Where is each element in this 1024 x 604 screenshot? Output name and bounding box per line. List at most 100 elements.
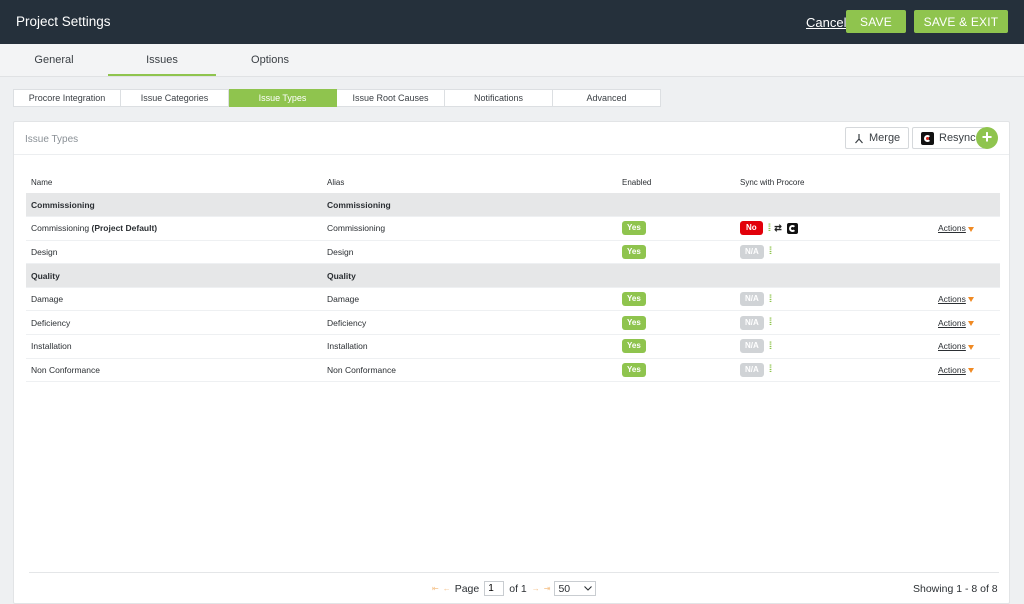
cancel-link[interactable]: Cancel (806, 15, 846, 30)
col-name[interactable]: Name (26, 171, 322, 193)
showing-count: Showing 1 - 8 of 8 (913, 583, 998, 595)
caret-down-icon[interactable] (967, 297, 974, 303)
last-page-icon[interactable]: ⇥ (544, 584, 551, 593)
table-header-row: Name Alias Enabled Sync with Procore (26, 171, 1000, 193)
sync-dots-icon: ⁞⁞ (768, 340, 772, 352)
sync-dots-icon: ⁞⁞ (767, 222, 771, 234)
sync-dots-icon: ⁞⁞ (768, 317, 772, 329)
page-of-label: of 1 (509, 582, 527, 595)
enabled-badge[interactable]: Yes (622, 244, 646, 259)
per-page-value: 50 (558, 582, 571, 595)
issue-types-panel: Issue Types Merge Resync + Name Alias En… (13, 121, 1010, 604)
row-name: Deficiency (26, 310, 322, 336)
pager: ⇤ ← Page of 1 → ⇥ 50 (432, 581, 597, 596)
enabled-badge[interactable]: Yes (622, 221, 646, 236)
table-row[interactable]: Non Conformance Non Conformance Yes N/A … (26, 358, 1000, 383)
group-alias: Quality (322, 263, 617, 288)
footer-divider (29, 572, 999, 573)
group-name: Quality (26, 263, 322, 288)
tab-issues[interactable]: Issues (108, 44, 216, 76)
enabled-badge[interactable]: Yes (622, 292, 646, 307)
save-button[interactable]: SAVE (846, 10, 906, 33)
merge-label: Merge (869, 132, 901, 144)
row-name: Commissioning (Project Default) (26, 216, 322, 241)
page-label: Page (454, 582, 480, 595)
add-issue-type-button[interactable]: + (976, 127, 998, 149)
row-alias: Deficiency (322, 310, 617, 336)
sync-status-badge[interactable]: No (740, 221, 763, 236)
group-name: Commissioning (26, 193, 322, 218)
sync-dots-icon: ⁞⁞ (768, 246, 772, 258)
sync-status-badge: N/A (740, 339, 764, 354)
caret-down-icon[interactable] (967, 368, 974, 374)
caret-down-icon[interactable] (967, 226, 974, 232)
sync-status-badge: N/A (740, 244, 764, 259)
subtab-issue-root-causes[interactable]: Issue Root Causes (337, 89, 445, 107)
table-row[interactable]: Installation Installation Yes N/A ⁞⁞ Act… (26, 334, 1000, 359)
col-alias[interactable]: Alias (322, 171, 617, 193)
subtab-issue-types[interactable]: Issue Types (229, 89, 337, 107)
enabled-badge[interactable]: Yes (622, 339, 646, 354)
tab-options[interactable]: Options (216, 44, 324, 76)
subtab-advanced[interactable]: Advanced (553, 89, 661, 107)
row-name: Installation (26, 334, 322, 359)
col-actions (933, 171, 1000, 193)
actions-link[interactable]: Actions (938, 365, 966, 375)
sub-tabs: Procore Integration Issue Categories Iss… (13, 89, 661, 107)
merge-button[interactable]: Merge (845, 127, 910, 149)
enabled-badge[interactable]: Yes (622, 362, 646, 377)
chevron-down-icon (584, 586, 593, 591)
table-row[interactable]: Damage Damage Yes N/A ⁞⁞ Actions (26, 287, 1000, 312)
page-title: Project Settings (16, 14, 111, 29)
save-exit-button[interactable]: SAVE & EXIT (914, 10, 1008, 33)
procore-logo-icon (921, 131, 934, 145)
panel-header: Issue Types Merge Resync + (14, 122, 1009, 155)
procore-logo-icon (786, 222, 798, 234)
sync-dots-icon: ⁞⁞ (768, 293, 772, 305)
tab-general[interactable]: General (0, 44, 108, 76)
col-sync[interactable]: Sync with Procore (735, 171, 933, 193)
sync-link-icon: ⇄ (774, 222, 782, 233)
issue-types-table: Name Alias Enabled Sync with Procore Com… (26, 171, 1000, 383)
row-alias: Commissioning (322, 216, 617, 241)
actions-link[interactable]: Actions (938, 341, 966, 351)
table-row[interactable]: Design Design Yes N/A ⁞⁞ (26, 240, 1000, 265)
next-page-icon[interactable]: → (532, 584, 540, 593)
plus-icon: + (981, 127, 993, 147)
row-name: Damage (26, 287, 322, 312)
merge-icon (855, 133, 863, 143)
group-row: Commissioning Commissioning (26, 193, 1000, 218)
row-alias: Installation (322, 334, 617, 359)
panel-title: Issue Types (25, 134, 79, 145)
caret-down-icon[interactable] (967, 344, 974, 350)
sync-status-badge: N/A (740, 315, 764, 330)
table-row[interactable]: Deficiency Deficiency Yes N/A ⁞⁞ Actions (26, 310, 1000, 336)
row-name: Design (26, 240, 322, 265)
table-row[interactable]: Commissioning (Project Default) Commissi… (26, 216, 1000, 241)
sync-status-badge: N/A (740, 292, 764, 307)
first-page-icon[interactable]: ⇤ (432, 584, 439, 593)
actions-link[interactable]: Actions (938, 223, 966, 233)
row-name: Non Conformance (26, 358, 322, 383)
actions-link[interactable]: Actions (938, 294, 966, 304)
prev-page-icon[interactable]: ← (443, 584, 451, 593)
resync-button[interactable]: Resync (912, 127, 985, 149)
actions-link[interactable]: Actions (938, 318, 966, 328)
caret-down-icon[interactable] (967, 321, 974, 327)
group-row: Quality Quality (26, 263, 1000, 288)
subtab-notifications[interactable]: Notifications (445, 89, 553, 107)
row-alias: Design (322, 240, 617, 265)
subtab-procore-integration[interactable]: Procore Integration (13, 89, 121, 107)
group-alias: Commissioning (322, 193, 617, 218)
enabled-badge[interactable]: Yes (622, 315, 646, 330)
resync-label: Resync (939, 132, 976, 144)
sync-dots-icon: ⁞⁞ (768, 364, 772, 376)
per-page-select[interactable]: 50 (554, 581, 597, 596)
sync-status-badge: N/A (740, 362, 764, 377)
col-enabled[interactable]: Enabled (617, 171, 735, 193)
top-tabs: General Issues Options (0, 44, 1024, 77)
project-default-label: (Project Default) (91, 223, 158, 234)
row-alias: Damage (322, 287, 617, 312)
subtab-issue-categories[interactable]: Issue Categories (121, 89, 229, 107)
page-input[interactable] (484, 581, 505, 596)
